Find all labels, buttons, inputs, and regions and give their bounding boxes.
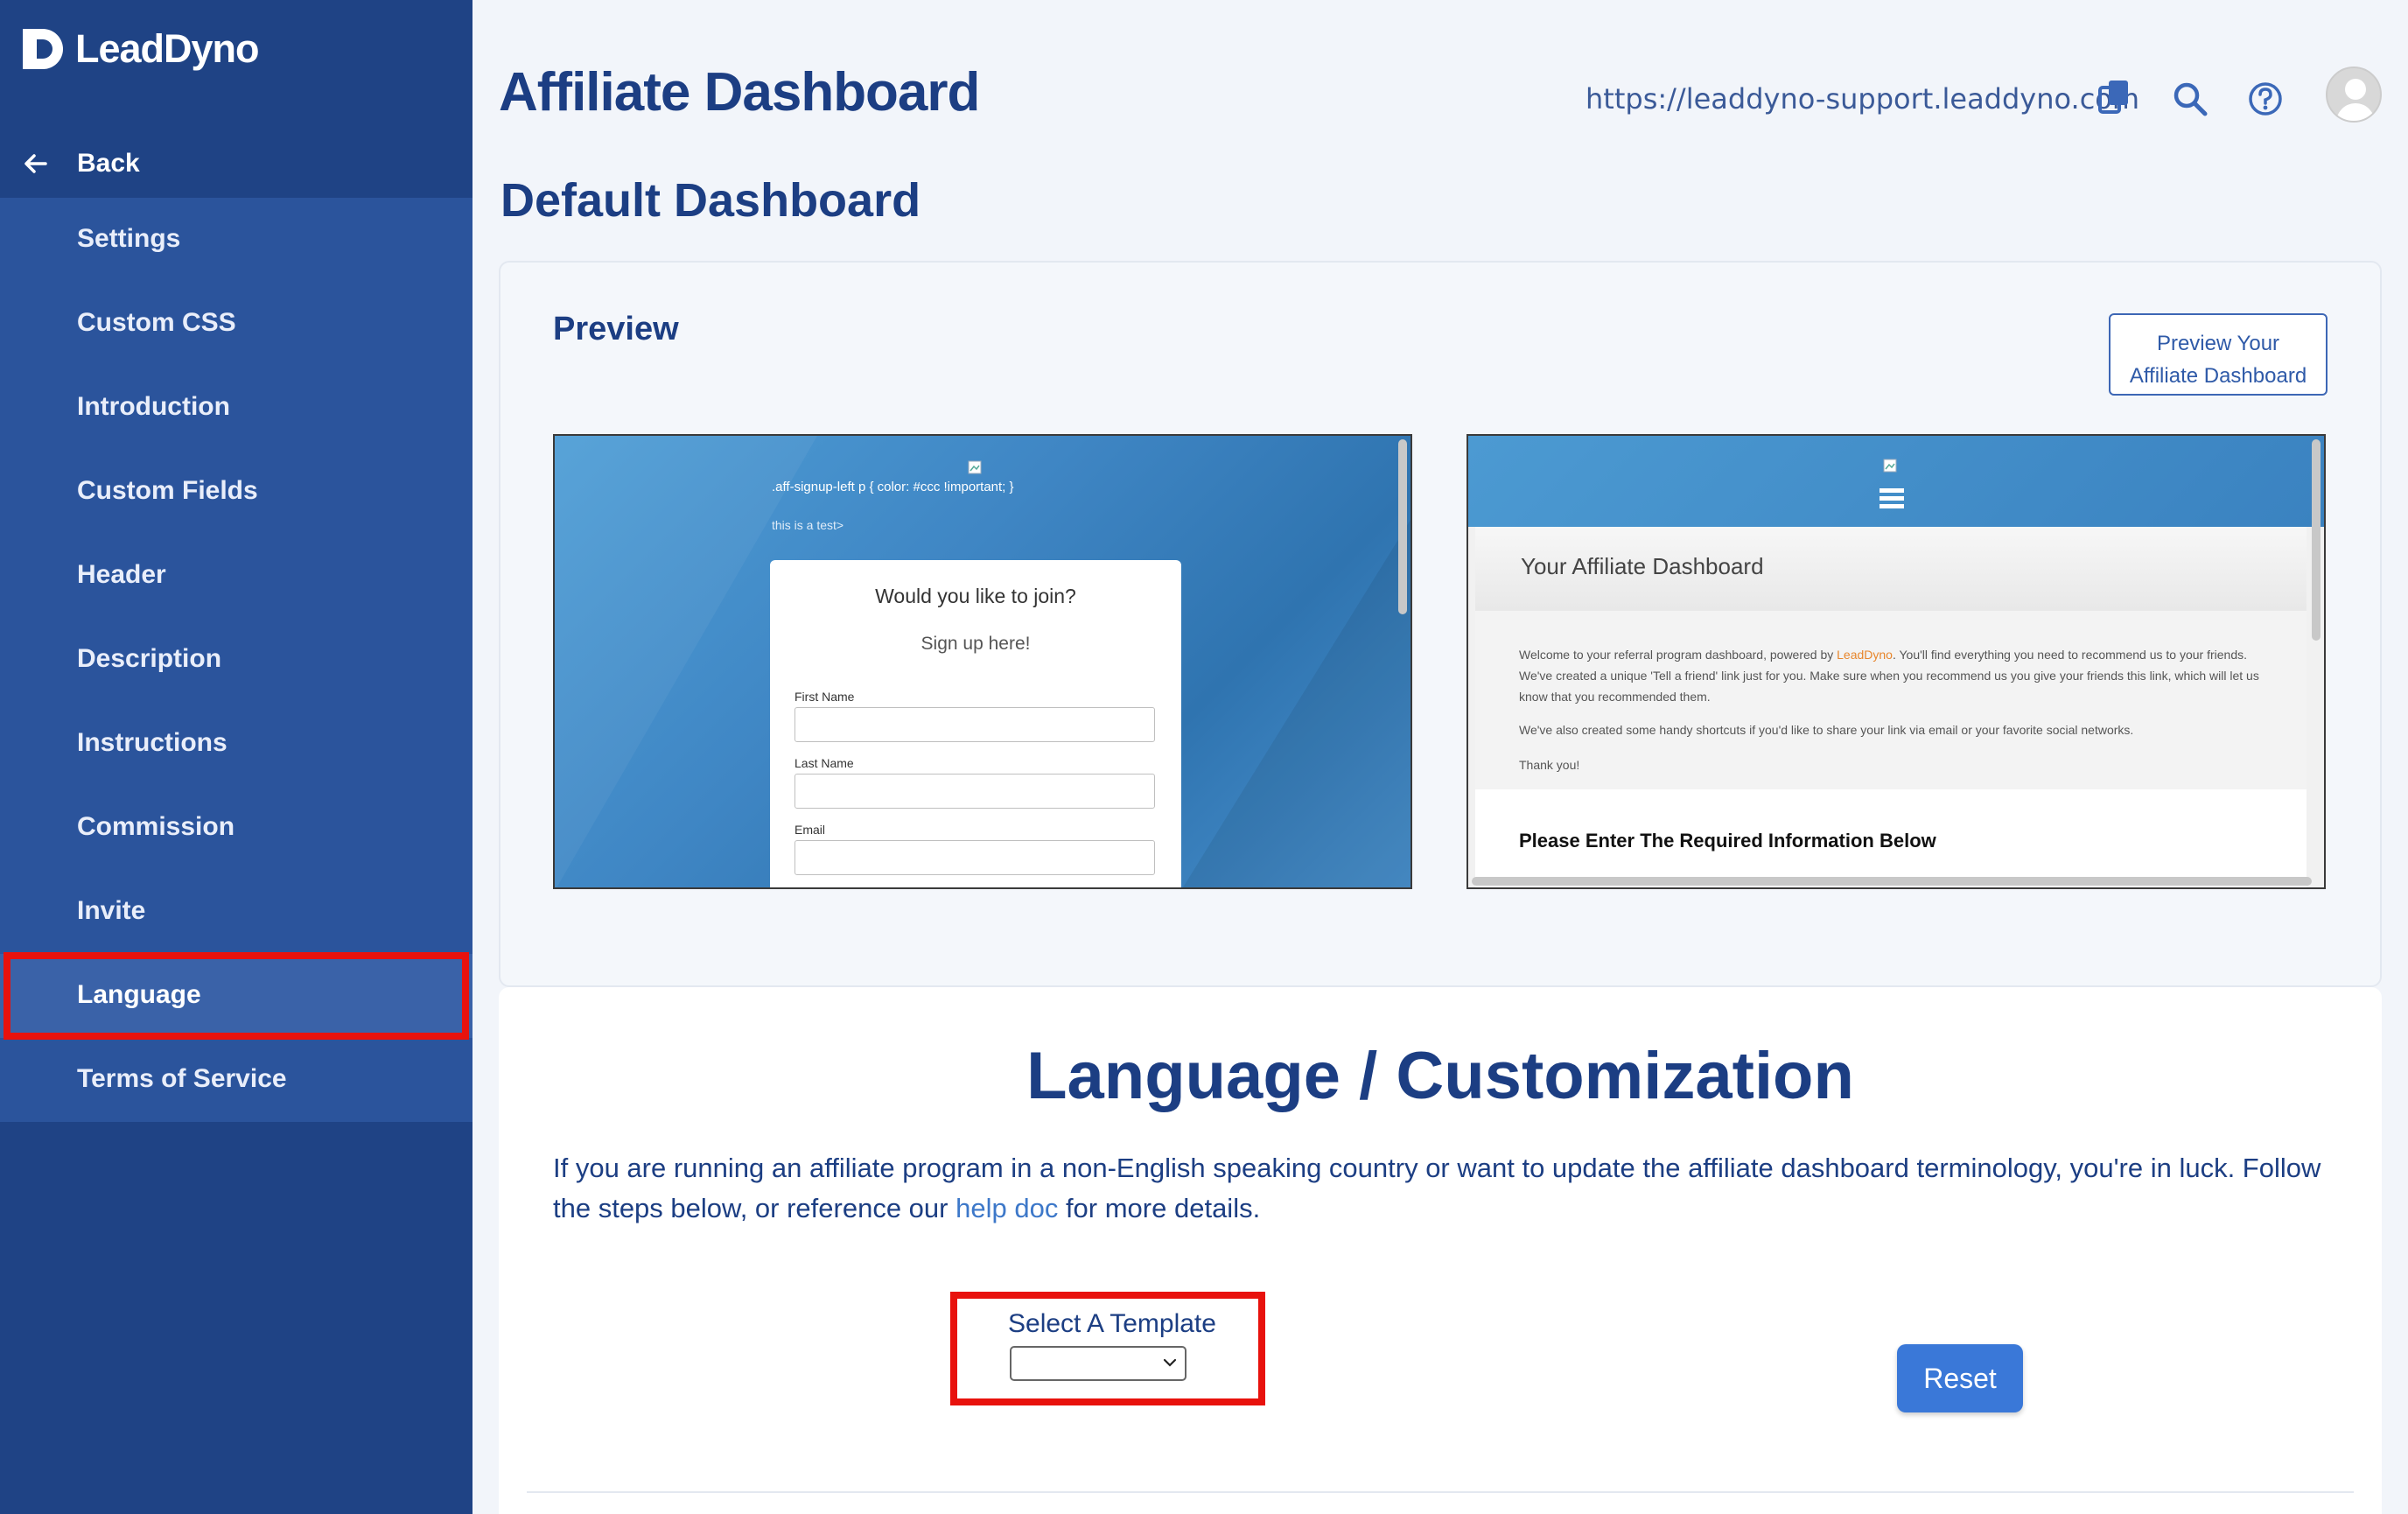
dashboard-preview-header: Your Affiliate Dashboard xyxy=(1475,527,2306,611)
sidebar-item-description[interactable]: Description xyxy=(0,618,472,702)
divider xyxy=(527,1491,2354,1493)
select-template-label: Select A Template xyxy=(1008,1309,1216,1338)
sidebar-item-label: Custom CSS xyxy=(77,308,236,337)
sidebar-item-label: Header xyxy=(77,560,166,589)
leaddyno-link[interactable]: LeadDyno xyxy=(1837,648,1893,662)
sidebar-item-terms-of-service[interactable]: Terms of Service xyxy=(0,1038,472,1122)
required-info-heading: Please Enter The Required Information Be… xyxy=(1519,830,1936,852)
sidebar-item-introduction[interactable]: Introduction xyxy=(0,366,472,450)
sidebar-item-header[interactable]: Header xyxy=(0,534,472,618)
broken-image-icon xyxy=(968,460,982,474)
preview-heading: Preview xyxy=(553,311,679,347)
dashboard-preview-title: Your Affiliate Dashboard xyxy=(1521,553,1764,579)
leaddyno-logo-icon xyxy=(23,29,63,69)
brand-name: LeadDyno xyxy=(75,26,260,71)
search-icon[interactable] xyxy=(2172,81,2208,117)
sidebar-item-label: Settings xyxy=(77,224,181,253)
signup-preview-scrollbar[interactable] xyxy=(1398,439,1407,614)
copy-icon[interactable] xyxy=(2098,79,2130,116)
dashboard-shortcuts-text: We've also created some handy shortcuts … xyxy=(1519,723,2134,737)
sidebar-item-label: Introduction xyxy=(77,392,230,421)
back-label: Back xyxy=(77,149,140,178)
broken-image-icon xyxy=(1883,459,1897,473)
sidebar-item-label: Instructions xyxy=(77,728,228,757)
preview-button-line2: Affiliate Dashboard xyxy=(2129,364,2307,388)
sidebar-item-custom-css[interactable]: Custom CSS xyxy=(0,282,472,366)
language-title: Language / Customization xyxy=(1026,1039,1854,1113)
dashboard-preview[interactable]: Your Affiliate Dashboard Welcome to your… xyxy=(1466,434,2326,889)
sidebar-item-label: Invite xyxy=(77,896,146,925)
sidebar-item-label: Commission xyxy=(77,812,235,841)
signup-preview[interactable]: .aff-signup-left p { color: #ccc !import… xyxy=(553,434,1412,889)
dashboard-preview-hscrollbar[interactable] xyxy=(1472,877,2312,886)
signup-test-text: this is a test> xyxy=(772,518,844,532)
help-doc-link[interactable]: help doc xyxy=(956,1193,1058,1223)
preview-affiliate-dashboard-button[interactable]: Preview Your Affiliate Dashboard xyxy=(2109,313,2328,396)
sidebar-item-label: Terms of Service xyxy=(77,1064,287,1093)
arrow-left-icon xyxy=(24,154,47,173)
email-field[interactable] xyxy=(794,840,1155,875)
first-name-label: First Name xyxy=(794,690,855,704)
first-name-field[interactable] xyxy=(794,707,1155,742)
language-highlight-box xyxy=(4,952,469,1040)
language-description: If you are running an affiliate program … xyxy=(553,1153,2321,1223)
dashboard-subtitle: Default Dashboard xyxy=(500,174,921,227)
reset-button[interactable]: Reset xyxy=(1897,1344,2023,1412)
sidebar-item-label: Custom Fields xyxy=(77,476,258,505)
dashboard-preview-scrollbar[interactable] xyxy=(2312,439,2320,641)
back-button[interactable]: Back xyxy=(0,131,472,198)
help-icon[interactable] xyxy=(2247,81,2284,117)
required-info-section: Please Enter The Required Information Be… xyxy=(1475,789,2306,887)
template-select[interactable] xyxy=(1010,1346,1186,1381)
preview-button-line1: Preview Your xyxy=(2156,332,2280,355)
signup-question: Would you like to join? xyxy=(875,585,1076,607)
email-label: Email xyxy=(794,823,826,837)
sidebar-item-settings[interactable]: Settings xyxy=(0,198,472,282)
leaddyno-logo[interactable]: LeadDyno xyxy=(23,25,260,74)
sidebar-item-commission[interactable]: Commission xyxy=(0,786,472,870)
last-name-label: Last Name xyxy=(794,756,854,770)
avatar[interactable] xyxy=(2326,67,2382,123)
affiliate-url: https://leaddyno-support.leaddyno.com xyxy=(1586,82,2140,116)
sidebar-item-instructions[interactable]: Instructions xyxy=(0,702,472,786)
signup-form-card: Would you like to join? Sign up here! Fi… xyxy=(770,560,1181,887)
last-name-field[interactable] xyxy=(794,774,1155,809)
page-title: Affiliate Dashboard xyxy=(499,62,980,123)
dashboard-welcome-text: Welcome to your referral program dashboa… xyxy=(1519,648,2259,704)
sidebar-item-invite[interactable]: Invite xyxy=(0,870,472,954)
sidebar-item-custom-fields[interactable]: Custom Fields xyxy=(0,450,472,534)
sidebar: LeadDyno Back Settings Custom CSS Introd… xyxy=(0,0,472,1514)
dashboard-thanks-text: Thank you! xyxy=(1519,758,1580,772)
hamburger-menu-icon[interactable] xyxy=(1880,488,1904,509)
signup-subheading: Sign up here! xyxy=(920,634,1031,654)
signup-css-text: .aff-signup-left p { color: #ccc !import… xyxy=(772,480,1014,494)
dashboard-preview-body: Welcome to your referral program dashboa… xyxy=(1475,611,2306,789)
sidebar-item-label: Description xyxy=(77,644,222,673)
